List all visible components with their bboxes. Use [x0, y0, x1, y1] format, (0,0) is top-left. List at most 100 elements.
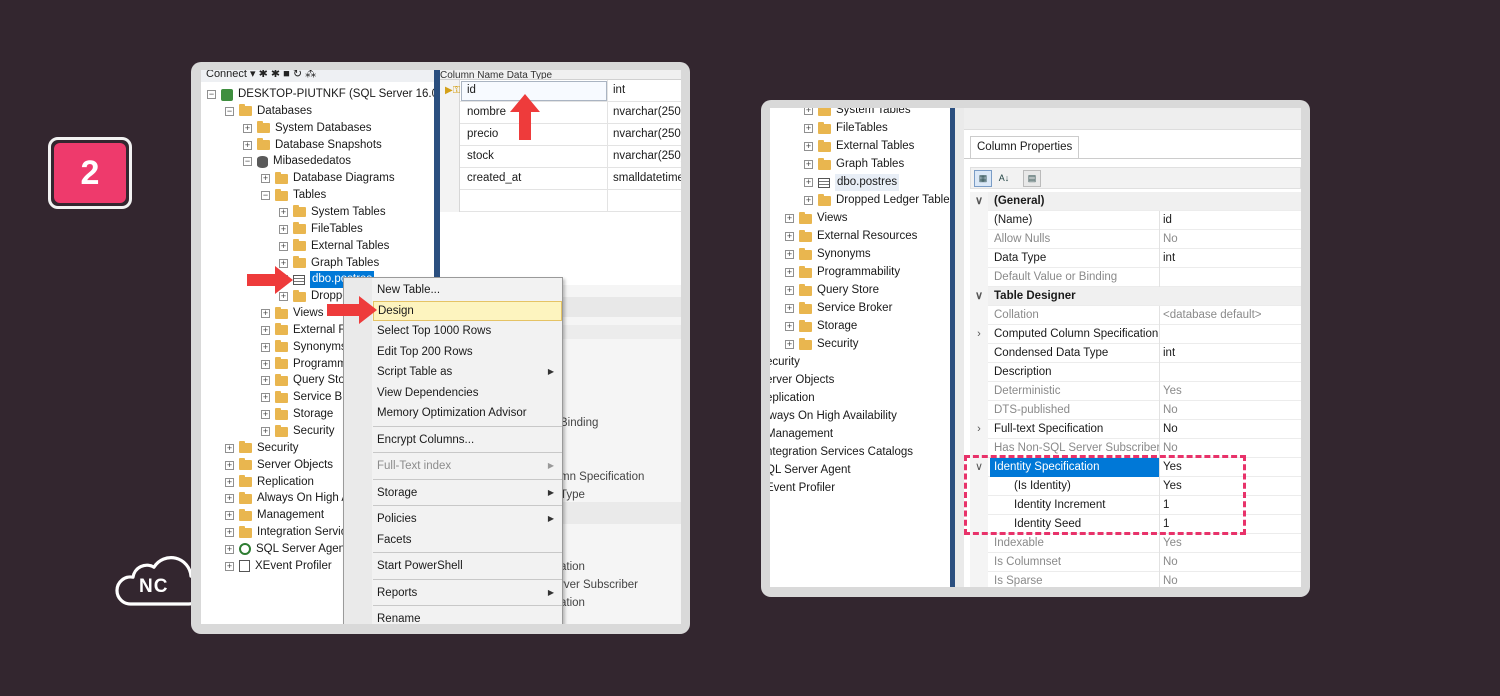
column-name-cell[interactable]: nombre: [467, 106, 506, 118]
tree-node[interactable]: eplication: [770, 390, 815, 407]
menu-item-edit-top-200-rows[interactable]: Edit Top 200 Rows: [373, 342, 562, 362]
tree-node[interactable]: + Dropped Ledger Tables: [804, 192, 955, 209]
expand-toggle-icon[interactable]: −: [261, 191, 270, 201]
expand-toggle-icon[interactable]: +: [225, 460, 234, 470]
tree-node[interactable]: + Storage: [785, 318, 857, 335]
property-row[interactable]: Deterministic Yes: [970, 382, 1301, 401]
tree-node[interactable]: + Security: [785, 336, 859, 353]
menu-item-rename[interactable]: Rename: [373, 609, 562, 624]
data-type-cell[interactable]: smalldatetime: [613, 172, 681, 184]
expand-toggle-icon[interactable]: +: [261, 359, 270, 369]
tree-node[interactable]: + Management: [225, 507, 324, 524]
expand-toggle-icon[interactable]: +: [785, 232, 794, 241]
tree-node[interactable]: + FileTables: [804, 120, 888, 137]
tree-node[interactable]: + Synonyms: [261, 339, 347, 356]
expand-toggle-icon[interactable]: +: [279, 224, 288, 234]
tree-node[interactable]: + Database Diagrams: [261, 170, 395, 187]
tree-node[interactable]: + Programmability: [785, 264, 900, 281]
menu-item-policies[interactable]: Policies ▶: [373, 509, 562, 529]
data-type-cell[interactable]: nvarchar(250): [613, 106, 681, 118]
table-row[interactable]: precio nvarchar(250): [440, 124, 681, 146]
expand-toggle-icon[interactable]: +: [261, 393, 270, 403]
data-type-cell[interactable]: int: [613, 84, 625, 96]
menu-item-storage[interactable]: Storage ▶: [373, 483, 562, 503]
tree-node[interactable]: + Service Broker: [785, 300, 892, 317]
property-value[interactable]: int: [1163, 249, 1175, 268]
expand-toggle-icon[interactable]: +: [243, 140, 252, 150]
collapse-chevron-icon[interactable]: ∨: [970, 287, 988, 306]
menu-item-encrypt-columns[interactable]: Encrypt Columns...: [373, 430, 562, 450]
expand-toggle-icon[interactable]: +: [785, 340, 794, 349]
tree-node[interactable]: + Database Snapshots: [243, 137, 382, 154]
column-name-cell[interactable]: precio: [467, 128, 498, 140]
tree-node[interactable]: + XEvent Profiler: [225, 558, 332, 575]
tree-node[interactable]: + System Databases: [243, 120, 372, 137]
expand-toggle-icon[interactable]: +: [225, 477, 234, 487]
expand-toggle-icon[interactable]: +: [225, 511, 234, 521]
row-selector[interactable]: [440, 190, 460, 212]
property-row[interactable]: Description: [970, 363, 1301, 382]
tree-node[interactable]: + External Tables: [804, 138, 914, 155]
expand-toggle-icon[interactable]: +: [243, 123, 252, 133]
tree-node[interactable]: + System Tables: [279, 204, 386, 221]
expand-toggle-icon[interactable]: +: [225, 544, 234, 554]
tree-node[interactable]: + Replication: [225, 474, 314, 491]
property-row[interactable]: Default Value or Binding: [970, 268, 1301, 287]
property-category[interactable]: ∨ Table Designer: [970, 287, 1301, 306]
menu-item-start-powershell[interactable]: Start PowerShell: [373, 556, 562, 576]
expand-toggle-icon[interactable]: +: [279, 207, 288, 217]
table-row[interactable]: created_at smalldatetime: [440, 168, 681, 190]
column-name-cell[interactable]: created_at: [467, 172, 521, 184]
expand-toggle-icon[interactable]: +: [804, 108, 813, 115]
menu-item-select-top-1000-rows[interactable]: Select Top 1000 Rows: [373, 321, 562, 341]
expand-toggle-icon[interactable]: +: [261, 309, 270, 319]
property-value[interactable]: No: [1163, 420, 1178, 439]
tree-node[interactable]: + dbo.postres: [804, 174, 900, 191]
tree-node[interactable]: + Views: [785, 210, 847, 227]
menu-item-new-table[interactable]: New Table...: [373, 280, 562, 300]
expand-toggle-icon[interactable]: +: [785, 214, 794, 223]
tree-node[interactable]: ntegration Services Catalogs: [770, 444, 913, 461]
menu-item-script-table-as[interactable]: Script Table as ▶: [373, 362, 562, 382]
tree-node[interactable]: Event Profiler: [770, 480, 835, 497]
tab-column-properties[interactable]: Column Properties: [970, 136, 1080, 159]
tree-node[interactable]: − Tables: [261, 187, 326, 204]
tree-node[interactable]: − Mibasededatos: [243, 153, 351, 170]
expand-toggle-icon[interactable]: +: [785, 286, 794, 295]
menu-item-view-dependencies[interactable]: View Dependencies: [373, 383, 562, 403]
data-type-cell[interactable]: nvarchar(250): [613, 150, 681, 162]
tree-node[interactable]: + Graph Tables: [804, 156, 904, 173]
tree-node[interactable]: + System Tables: [804, 108, 911, 119]
property-row[interactable]: Collation <database default>: [970, 306, 1301, 325]
menu-item-reports[interactable]: Reports ▶: [373, 583, 562, 603]
property-row[interactable]: Data Type int: [970, 249, 1301, 268]
table-row[interactable]: ▶⚿ id int: [440, 80, 681, 102]
tree-node[interactable]: ecurity: [770, 354, 800, 371]
expand-toggle-icon[interactable]: +: [261, 174, 270, 184]
property-row[interactable]: Is Columnset No: [970, 553, 1301, 572]
tree-node[interactable]: + Storage: [261, 406, 333, 423]
tree-node[interactable]: + Views: [261, 305, 323, 322]
property-row[interactable]: Allow Nulls No: [970, 230, 1301, 249]
expand-toggle-icon[interactable]: +: [261, 427, 270, 436]
column-name-cell[interactable]: id: [467, 84, 476, 96]
expand-toggle-icon[interactable]: +: [804, 142, 813, 151]
column-name-cell[interactable]: stock: [467, 150, 494, 162]
tree-node[interactable]: + Query Store: [261, 372, 355, 389]
tree-node[interactable]: lways On High Availability: [770, 408, 897, 425]
tree-node[interactable]: Management: [770, 426, 833, 443]
tree-node[interactable]: + Security: [225, 440, 299, 457]
property-row[interactable]: › Full-text Specification No: [970, 420, 1301, 439]
property-category[interactable]: ∨ (General): [970, 192, 1301, 211]
expand-toggle-icon[interactable]: +: [225, 561, 234, 571]
property-row[interactable]: Indexable Yes: [970, 534, 1301, 553]
tree-node[interactable]: + Security: [261, 423, 335, 440]
property-row[interactable]: Condensed Data Type int: [970, 344, 1301, 363]
menu-item-facets[interactable]: Facets: [373, 530, 562, 550]
expand-toggle-icon[interactable]: +: [804, 196, 813, 205]
collapse-chevron-icon[interactable]: ∨: [970, 192, 988, 211]
row-selector[interactable]: [440, 168, 460, 190]
expand-toggle-icon[interactable]: +: [225, 494, 234, 504]
categorized-view-icon[interactable]: ▦: [974, 170, 992, 187]
expand-toggle-icon[interactable]: +: [804, 160, 813, 169]
